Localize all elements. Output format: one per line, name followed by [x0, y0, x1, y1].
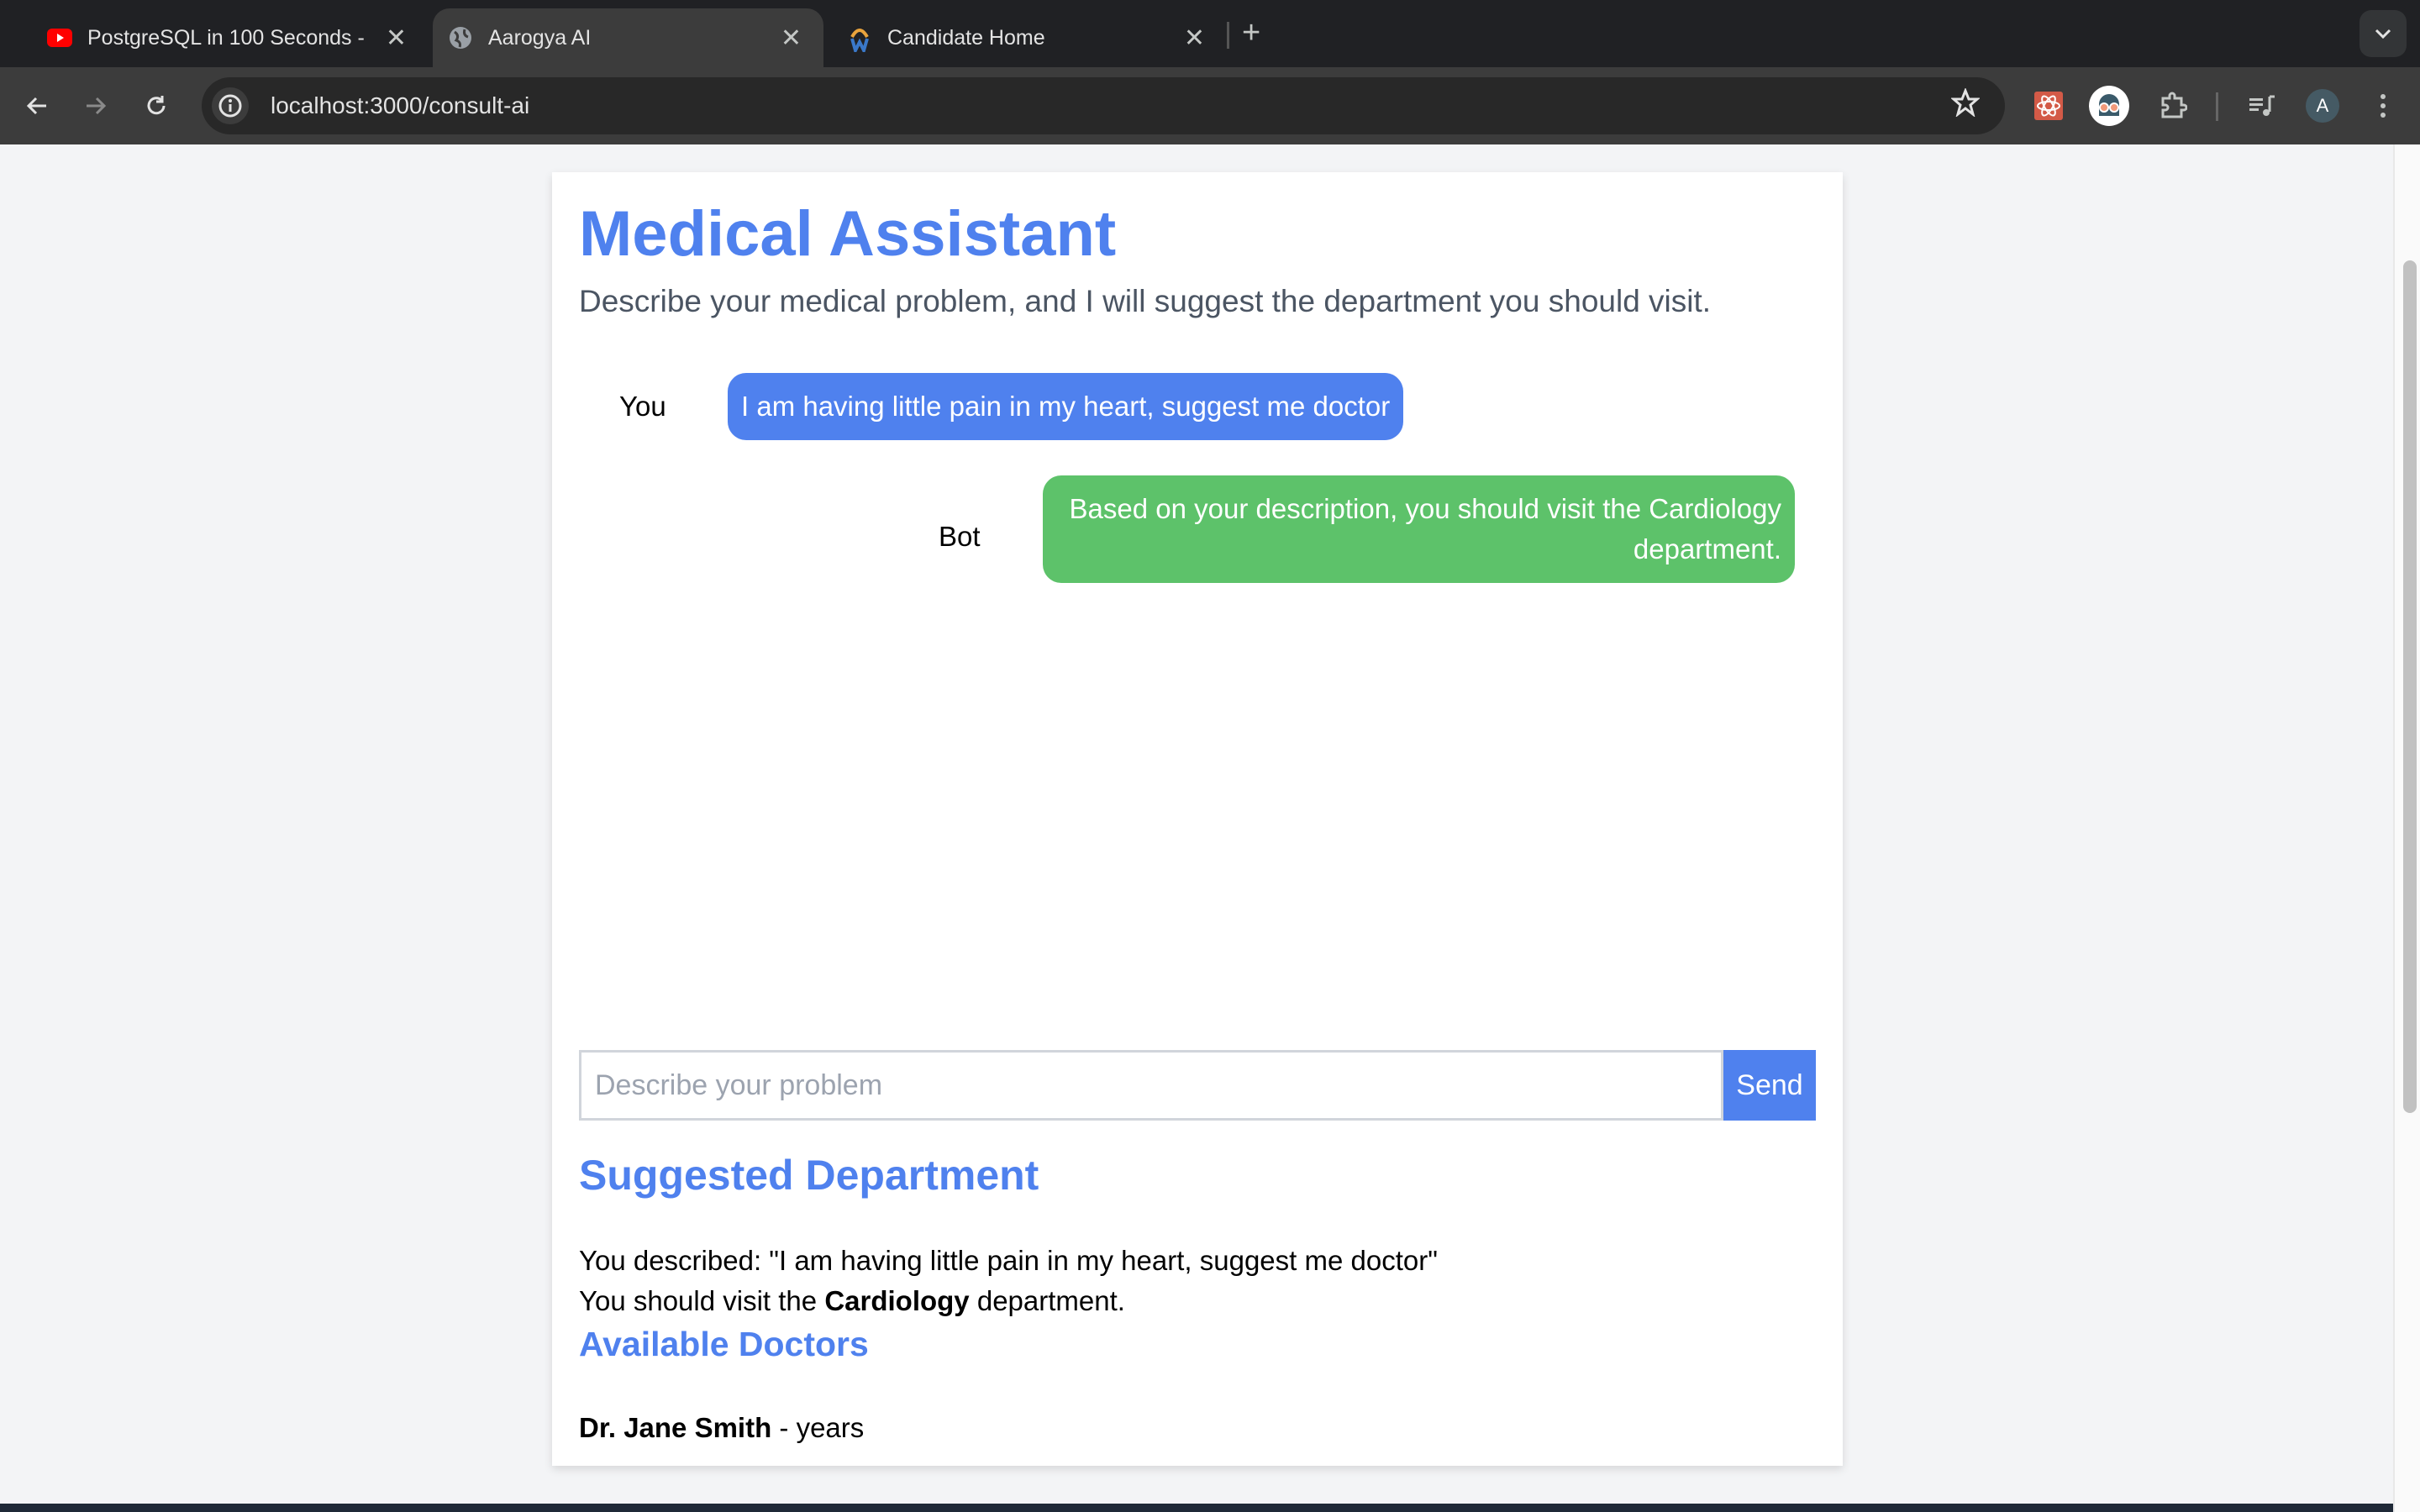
page-footer — [0, 1504, 2393, 1512]
visit-prefix: You should visit the — [579, 1285, 825, 1316]
send-button[interactable]: Send — [1723, 1050, 1816, 1121]
described-prefix: You described: — [579, 1245, 770, 1276]
message-sender-label: You — [619, 391, 666, 422]
tab-search-button[interactable] — [2360, 10, 2407, 57]
tab-title: Candidate Home — [887, 25, 1045, 50]
scrollbar-thumb[interactable] — [2403, 260, 2417, 1113]
browser-tab-bar: PostgreSQL in 100 Seconds - ✕ Aarogya AI… — [0, 0, 2420, 67]
url-text[interactable]: localhost:3000/consult-ai — [271, 92, 529, 119]
toolbar-separator — [2216, 92, 2218, 121]
visit-line: You should visit the Cardiology departme… — [579, 1285, 1125, 1317]
reload-button[interactable] — [136, 86, 176, 126]
suggested-department-heading: Suggested Department — [579, 1152, 1039, 1199]
user-message-bubble: I am having little pain in my heart, sug… — [728, 373, 1404, 440]
back-button[interactable] — [17, 86, 57, 126]
bookmark-star-icon[interactable] — [1950, 87, 1981, 124]
tab-candidate-home[interactable]: Candidate Home ✕ — [832, 8, 1227, 67]
tab-title: Aarogya AI — [488, 25, 592, 50]
bot-message-bubble: Based on your description, you should vi… — [1043, 475, 1795, 583]
assistant-card: Medical Assistant Describe your medical … — [552, 172, 1843, 1466]
browser-toolbar: localhost:3000/consult-ai A — [0, 67, 2420, 144]
more-vertical-icon — [2381, 94, 2386, 118]
available-doctors-heading: Available Doctors — [579, 1325, 869, 1363]
profile-initial: A — [2306, 89, 2339, 123]
doctor-experience: - years — [771, 1412, 865, 1443]
globe-icon — [448, 25, 473, 50]
new-tab-button[interactable]: + — [1242, 15, 1260, 51]
described-text: "I am having little pain in my heart, su… — [769, 1245, 1438, 1276]
profile-avatar[interactable]: A — [2302, 86, 2343, 126]
message-sender-label: Bot — [939, 521, 981, 552]
extensions-puzzle-icon[interactable] — [2153, 86, 2193, 126]
extension-avatar-icon[interactable] — [2089, 86, 2129, 126]
close-tab-icon[interactable]: ✕ — [781, 24, 802, 53]
page-title: Medical Assistant — [579, 198, 1117, 270]
doctor-name: Dr. Jane Smith — [579, 1412, 772, 1443]
react-devtools-extension-icon[interactable] — [2028, 86, 2069, 126]
forward-button[interactable] — [76, 86, 116, 126]
chevron-down-icon — [2375, 29, 2391, 39]
visit-suffix: department. — [969, 1285, 1125, 1316]
chat-input-row: Send — [579, 1050, 1816, 1121]
problem-input[interactable] — [579, 1050, 1723, 1121]
browser-menu-button[interactable] — [2363, 86, 2403, 126]
arrow-right-icon — [87, 97, 107, 115]
close-tab-icon[interactable]: ✕ — [386, 24, 407, 53]
site-info-icon[interactable] — [212, 87, 249, 124]
page-subtitle: Describe your medical problem, and I wil… — [579, 284, 1712, 318]
close-tab-icon[interactable]: ✕ — [1184, 24, 1205, 53]
youtube-icon — [47, 25, 72, 50]
described-line: You described: "I am having little pain … — [579, 1245, 1438, 1277]
page-scrollbar[interactable] — [2393, 144, 2420, 1512]
candidate-site-icon — [847, 25, 872, 52]
address-bar[interactable]: localhost:3000/consult-ai — [202, 77, 2005, 134]
tab-separator — [1227, 22, 1229, 49]
reload-icon — [147, 96, 166, 115]
media-controls-icon[interactable] — [2242, 86, 2282, 126]
tab-aarogya-ai[interactable]: Aarogya AI ✕ — [433, 8, 823, 67]
page-viewport: Medical Assistant Describe your medical … — [0, 144, 2393, 1512]
arrow-left-icon — [26, 97, 46, 115]
tab-postgresql[interactable]: PostgreSQL in 100 Seconds - ✕ — [34, 8, 429, 67]
doctor-list-item: Dr. Jane Smith - years — [579, 1412, 864, 1444]
bot-message-text: Based on your description, you should vi… — [1069, 493, 1781, 564]
department-name: Cardiology — [824, 1285, 970, 1316]
tab-title: PostgreSQL in 100 Seconds - — [87, 25, 365, 50]
